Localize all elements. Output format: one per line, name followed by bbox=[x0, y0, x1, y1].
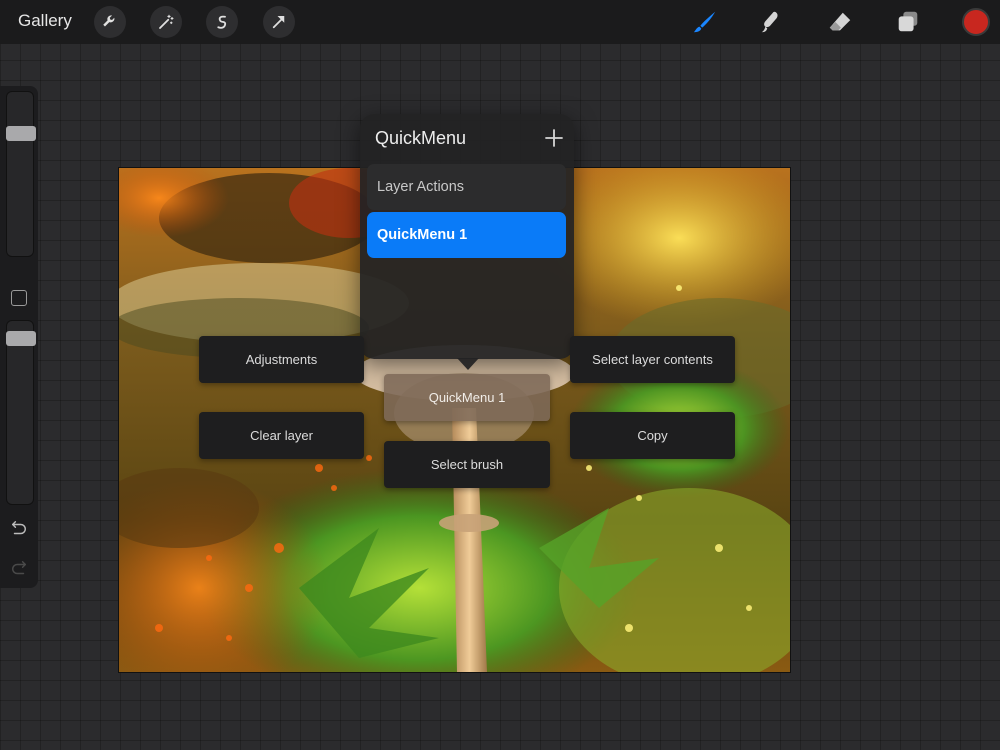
quickmenu-panel-pointer bbox=[457, 358, 479, 370]
plus-icon bbox=[545, 129, 563, 147]
layers-icon bbox=[898, 11, 918, 32]
add-quickmenu-button[interactable] bbox=[542, 126, 566, 150]
transform-button[interactable] bbox=[263, 6, 295, 38]
brush-size-thumb[interactable] bbox=[6, 126, 36, 141]
select-brush-button[interactable]: Select brush bbox=[384, 441, 550, 488]
gallery-button[interactable]: Gallery bbox=[18, 11, 72, 31]
undo-icon bbox=[11, 521, 27, 535]
eraser-icon bbox=[829, 12, 851, 31]
quickmenu-panel-title: QuickMenu bbox=[375, 128, 467, 148]
brush-icon bbox=[693, 11, 716, 33]
redo-icon bbox=[11, 561, 27, 575]
smudge-icon bbox=[761, 11, 778, 33]
undo-button[interactable] bbox=[8, 518, 30, 540]
top-toolbar: Gallery bbox=[0, 0, 1000, 44]
smudge-tool-button[interactable] bbox=[756, 7, 786, 37]
selection-s-icon bbox=[217, 15, 227, 29]
quickmenu-option-quickmenu-1[interactable]: QuickMenu 1 bbox=[367, 212, 566, 258]
eraser-tool-button[interactable] bbox=[825, 7, 855, 37]
opacity-slider[interactable] bbox=[6, 320, 36, 505]
left-sidebar bbox=[0, 86, 38, 588]
transform-arrow-icon bbox=[272, 16, 285, 29]
selection-button[interactable] bbox=[206, 6, 238, 38]
color-swatch[interactable] bbox=[962, 8, 990, 36]
brush-size-slider[interactable] bbox=[6, 91, 36, 257]
adjustments-button-quick[interactable]: Adjustments bbox=[199, 336, 364, 383]
quickmenu-center-button[interactable]: QuickMenu 1 bbox=[384, 374, 550, 421]
magic-wand-icon bbox=[159, 14, 174, 29]
copy-button[interactable]: Copy bbox=[570, 412, 735, 459]
redo-button[interactable] bbox=[8, 558, 30, 580]
adjustments-button[interactable] bbox=[150, 6, 182, 38]
opacity-thumb[interactable] bbox=[6, 331, 36, 346]
clear-layer-button[interactable]: Clear layer bbox=[199, 412, 364, 459]
modify-square-icon[interactable] bbox=[11, 290, 27, 306]
quickmenu-option-layer-actions[interactable]: Layer Actions bbox=[367, 164, 566, 210]
layers-button[interactable] bbox=[893, 7, 923, 37]
wrench-icon bbox=[103, 15, 115, 27]
brush-tool-button[interactable] bbox=[690, 7, 720, 37]
quickmenu-panel: QuickMenu Layer Actions QuickMenu 1 bbox=[360, 114, 574, 359]
actions-button[interactable] bbox=[94, 6, 126, 38]
select-layer-contents-button[interactable]: Select layer contents bbox=[570, 336, 735, 383]
